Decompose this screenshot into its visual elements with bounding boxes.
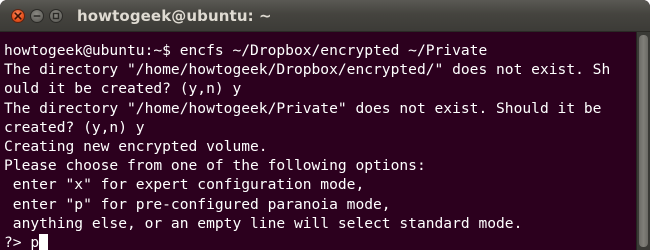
terminal-line: Please choose from one of the following … bbox=[4, 157, 426, 175]
terminal-output[interactable]: howtogeek@ubuntu:~$ encfs ~/Dropbox/encr… bbox=[0, 32, 636, 250]
scrollbar-thumb[interactable] bbox=[639, 35, 648, 247]
close-button[interactable] bbox=[11, 9, 25, 23]
terminal-input[interactable]: p bbox=[30, 234, 39, 250]
terminal-prompt: ?> bbox=[4, 233, 31, 250]
close-icon bbox=[14, 12, 22, 20]
maximize-button[interactable] bbox=[49, 9, 63, 23]
vertical-scrollbar[interactable] bbox=[636, 32, 650, 250]
terminal-line: The directory "/home/howtogeek/Private" … bbox=[4, 99, 602, 117]
terminal-line: enter "x" for expert configuration mode, bbox=[4, 176, 365, 194]
title-bar[interactable]: howtogeek@ubuntu: ~ bbox=[0, 0, 650, 32]
terminal-window: howtogeek@ubuntu: ~ howtogeek@ubuntu:~$ … bbox=[0, 0, 650, 250]
terminal-line: Creating new encrypted volume. bbox=[4, 137, 268, 155]
terminal-line: created? (y,n) y bbox=[4, 118, 145, 136]
terminal-input-line[interactable]: ?> p bbox=[4, 233, 636, 250]
maximize-icon bbox=[52, 12, 60, 20]
window-title: howtogeek@ubuntu: ~ bbox=[77, 7, 272, 25]
minimize-button[interactable] bbox=[30, 9, 44, 23]
text-cursor bbox=[39, 233, 49, 250]
terminal-line: enter "p" for pre-configured paranoia mo… bbox=[4, 195, 391, 213]
terminal-line: The directory "/home/howtogeek/Dropbox/e… bbox=[4, 61, 611, 79]
minimize-icon bbox=[33, 15, 41, 17]
terminal-line: anything else, or an empty line will sel… bbox=[4, 214, 523, 232]
terminal-line: ould it be created? (y,n) y bbox=[4, 80, 242, 98]
terminal-line: howtogeek@ubuntu:~$ encfs ~/Dropbox/encr… bbox=[4, 42, 488, 59]
